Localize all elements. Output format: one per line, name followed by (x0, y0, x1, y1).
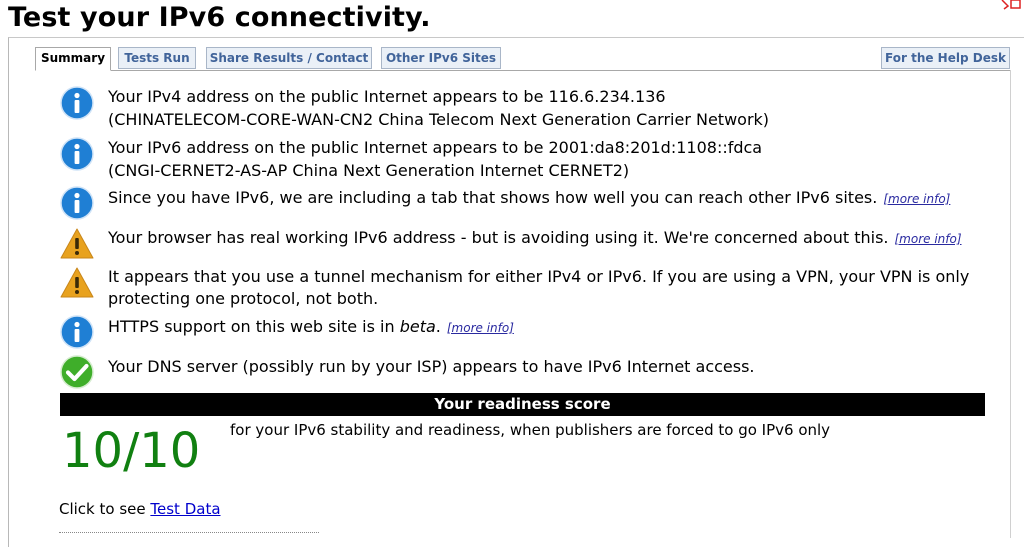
tab-help-desk[interactable]: For the Help Desk (881, 47, 1010, 69)
info-icon (60, 186, 94, 220)
message-text-line2: (CNGI-CERNET2-AS-AP China Next Generatio… (108, 161, 630, 180)
info-icon (60, 86, 94, 120)
message-text: Your browser has real working IPv6 addre… (108, 227, 962, 250)
page-title: Test your IPv6 connectivity. (8, 2, 431, 33)
test-data-line: Click to see Test Data (59, 498, 221, 520)
message-text: HTTPS support on this web site is in bet… (108, 316, 514, 339)
message-text-line1: Your DNS server (possibly run by your IS… (108, 357, 755, 376)
message-text: Since you have IPv6, we are including a … (108, 187, 950, 210)
print-icon[interactable] (1000, 0, 1024, 14)
tab-tests-run[interactable]: Tests Run (118, 47, 196, 69)
tab-share-results-contact[interactable]: Share Results / Contact (206, 47, 372, 69)
more-info-link[interactable]: [more info] (883, 192, 950, 206)
warning-icon (60, 267, 94, 298)
warning-icon (60, 228, 94, 259)
tab-summary[interactable]: Summary (35, 47, 111, 71)
tab-other-ipv6-sites[interactable]: Other IPv6 Sites (381, 47, 501, 69)
message-text-line1: It appears that you use a tunnel mechani… (108, 267, 970, 286)
message-text-line1: Your browser has real working IPv6 addre… (108, 228, 889, 247)
message-text-emphasis: beta (399, 317, 436, 336)
readiness-score: 10/10 (62, 423, 201, 479)
more-info-link[interactable]: [more info] (894, 232, 961, 246)
message-text-line1: Your IPv6 address on the public Internet… (108, 138, 763, 157)
more-info-link[interactable]: [more info] (447, 321, 514, 335)
message-text-line2: protecting one protocol, not both. (108, 289, 379, 308)
message-text-line1: Your IPv4 address on the public Internet… (108, 87, 666, 106)
test-data-prefix: Click to see (59, 500, 151, 518)
message-text-prefix: HTTPS support on this web site is in (108, 317, 400, 336)
check-icon (60, 355, 94, 389)
message-text-line1: Since you have IPv6, we are including a … (108, 188, 878, 207)
info-icon (60, 137, 94, 171)
message-text-suffix: . (435, 317, 441, 336)
message-text-line2: (CHINATELECOM-CORE-WAN-CN2 China Telecom… (108, 110, 770, 129)
content-border (1010, 70, 1011, 538)
tab-bar: Summary Tests Run Share Results / Contac… (35, 47, 1010, 71)
readiness-heading: Your readiness score (60, 393, 985, 416)
test-data-link[interactable]: Test Data (150, 500, 220, 518)
readiness-description: for your IPv6 stability and readiness, w… (230, 421, 831, 439)
info-icon (60, 315, 94, 349)
